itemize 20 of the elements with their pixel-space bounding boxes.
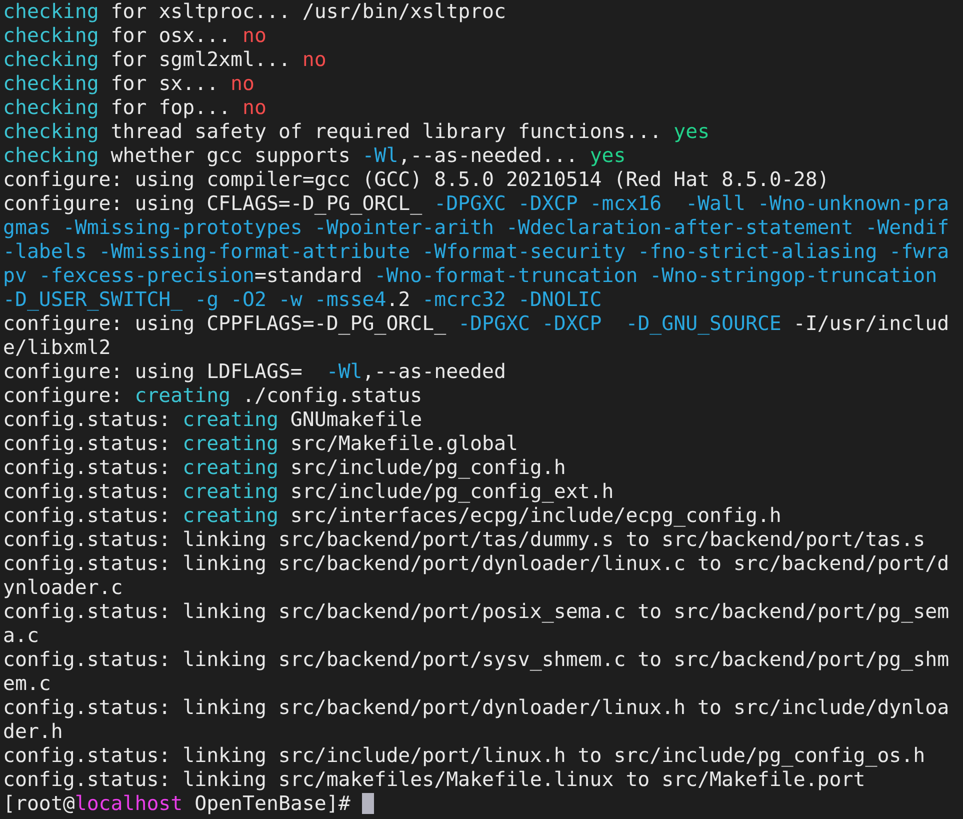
terminal-line: checking for fop... no (3, 96, 268, 120)
terminal-line: config.status: linking src/include/port/linux.h to src/include/pg_config_os.h (3, 744, 926, 768)
terminal-line: config.status: creating src/Makefile.global (3, 432, 519, 456)
terminal-line: checking for xsltproc... /usr/bin/xsltproc (3, 0, 507, 24)
terminal-line: checking thread safety of required library functions... yes (3, 120, 711, 144)
terminal-line: config.status: creating src/interfaces/ecpg/include/ecpg_config.h (3, 504, 782, 528)
terminal-line: checking for sgml2xml... no (3, 48, 328, 72)
terminal-line: config.status: creating src/include/pg_config_ext.h (3, 480, 615, 504)
terminal-line: checking for osx... no (3, 24, 268, 48)
terminal-line: checking whether gcc supports -Wl,--as-needed... yes (3, 144, 627, 168)
terminal-line: config.status: creating src/include/pg_config.h (3, 456, 567, 480)
terminal-line: config.status: creating GNUmakefile (3, 408, 424, 432)
terminal-line: config.status: linking src/makefiles/Makefile.linux to src/Makefile.port (3, 768, 866, 792)
terminal-line: configure: using LDFLAGS= -Wl,--as-needed (3, 360, 507, 384)
terminal-line: configure: using CFLAGS=-D_PG_ORCL_ -DPGXC -DXCP -mcx16 -Wall -Wno-unknown-pragmas -Wmissing-prototypes -Wpointer-arith -Wdeclaration-after-statement -Wendif-labels -Wmissing-format-attribute -Wformat-security -fno-strict-aliasing -fwrapv -fexcess-precision=standard -Wno-format-truncation -Wno-stringop-truncation -D_USER_SWITCH_ -g -O2 -w -msse4.2 -mcrc32 -DNOLIC (3, 192, 950, 312)
shell-prompt: [root@localhost OpenTenBase]# (3, 792, 352, 815)
terminal-line: configure: using compiler=gcc (GCC) 8.5.0 20210514 (Red Hat 8.5.0-28) (3, 168, 830, 192)
terminal-line: config.status: linking src/backend/port/tas/dummy.s to src/backend/port/tas.s (3, 528, 926, 552)
terminal-line: checking for sx... no (3, 72, 256, 96)
terminal-line: configure: creating ./config.status (3, 384, 424, 408)
